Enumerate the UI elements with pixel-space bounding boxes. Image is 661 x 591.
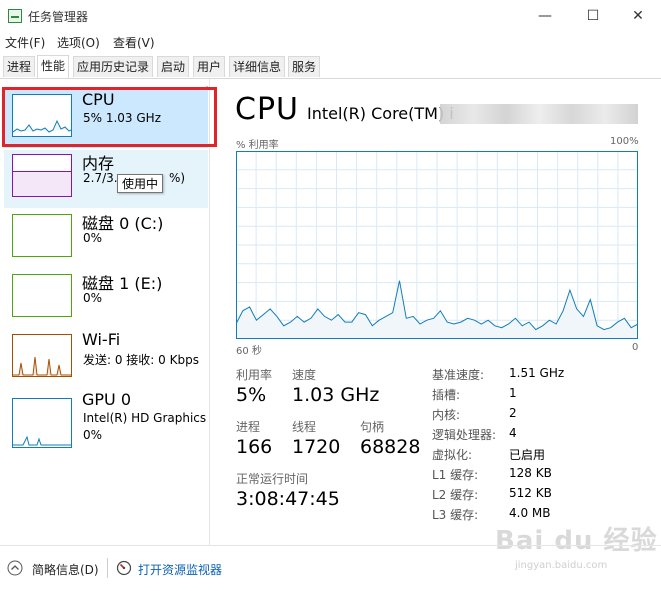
memory-thumbnail — [12, 154, 72, 197]
memory-summary: 2.7/3. — [83, 171, 118, 185]
window-title: 任务管理器 — [28, 10, 89, 24]
chevron-up-icon[interactable] — [7, 560, 23, 576]
spec-l2-value: 512 KB — [509, 486, 552, 500]
processes-value: 166 — [236, 436, 273, 458]
speed-value: 1.03 GHz — [292, 384, 380, 406]
redacted-model-text — [440, 104, 638, 124]
gpu-usage: 0% — [83, 428, 103, 442]
tab-details[interactable]: 详细信息 — [229, 56, 286, 77]
disk-0-thumbnail — [12, 214, 72, 257]
watermark-logo: Bai du 经验 — [495, 526, 658, 556]
disk-1-thumbnail — [12, 274, 72, 317]
spec-sockets-label: 插槽: — [432, 388, 461, 402]
utilization-label: 利用率 — [236, 368, 273, 382]
sidebar-item-disk-0[interactable]: 磁盘 0 (C:) 0% — [4, 210, 208, 268]
spec-l3-value: 4.0 MB — [509, 506, 551, 520]
task-manager-icon — [8, 9, 22, 23]
sidebar-item-wifi[interactable]: Wi-Fi 发送: 0 接收: 0 Kbps — [4, 330, 208, 388]
utilization-value: 5% — [236, 384, 267, 406]
tab-startup[interactable]: 启动 — [157, 56, 190, 77]
tab-services[interactable]: 服务 — [288, 56, 321, 77]
spec-l1-value: 128 KB — [509, 466, 552, 480]
memory-summary-tail: %) — [169, 171, 186, 185]
sidebar-item-disk-1[interactable]: 磁盘 1 (E:) 0% — [4, 270, 208, 328]
cpu-model-name: Intel(R) Core(TM) i — [307, 104, 454, 123]
watermark-url: jingyan.baidu.com — [515, 560, 608, 571]
close-button[interactable]: ✕ — [615, 0, 661, 32]
page-title: CPU — [235, 92, 299, 127]
spec-l2-label: L2 缓存: — [432, 488, 479, 502]
bottom-divider — [0, 545, 661, 546]
spec-base-speed-value: 1.51 GHz — [509, 366, 565, 380]
maximize-button[interactable]: ☐ — [570, 0, 616, 32]
cpu-usage-graph — [236, 151, 638, 339]
threads-value: 1720 — [292, 436, 341, 458]
sidebar-item-memory[interactable]: 内存 2.7/3. %) — [4, 150, 208, 208]
tab-performance[interactable]: 性能 — [37, 55, 70, 78]
spec-base-speed-label: 基准速度: — [432, 368, 485, 382]
graph-x-end: 0 — [632, 342, 639, 353]
wifi-title: Wi-Fi — [82, 330, 121, 349]
gpu-model: Intel(R) HD Graphics 5 — [83, 411, 208, 425]
graph-y-max: 100% — [610, 136, 639, 147]
disk-0-usage: 0% — [83, 231, 103, 245]
spec-sockets-value: 1 — [509, 386, 517, 400]
sidebar-divider — [209, 79, 210, 545]
handles-label: 句柄 — [360, 420, 385, 434]
sidebar-item-gpu[interactable]: GPU 0 Intel(R) HD Graphics 5 0% — [4, 390, 208, 454]
gpu-thumbnail — [12, 398, 72, 448]
gpu-title: GPU 0 — [82, 390, 132, 409]
tab-users[interactable]: 用户 — [193, 56, 226, 77]
menu-view[interactable]: 查看(V) — [113, 34, 155, 51]
spec-virtualization-value: 已启用 — [509, 448, 546, 462]
processes-label: 进程 — [236, 420, 261, 434]
spec-cores-label: 内核: — [432, 408, 461, 422]
spec-logical-label: 逻辑处理器: — [432, 428, 497, 442]
graph-x-start: 60 秒 — [236, 346, 262, 357]
open-resource-monitor-link[interactable]: 打开资源监视器 — [138, 561, 222, 578]
tab-processes[interactable]: 进程 — [3, 56, 36, 77]
fewer-details-button[interactable]: 简略信息(D) — [32, 561, 99, 578]
tab-app-history[interactable]: 应用历史记录 — [73, 56, 154, 77]
menu-options[interactable]: 选项(O) — [57, 34, 100, 51]
minimize-button[interactable]: — — [522, 0, 568, 32]
menu-file[interactable]: 文件(F) — [5, 34, 45, 51]
graph-y-label: % 利用率 — [236, 140, 279, 151]
bottom-separator — [107, 558, 108, 578]
tooltip: 使用中 — [117, 174, 164, 193]
threads-label: 线程 — [292, 420, 317, 434]
resource-monitor-icon — [116, 560, 132, 576]
spec-l3-label: L3 缓存: — [432, 508, 479, 522]
wifi-throughput: 发送: 0 接收: 0 Kbps — [83, 353, 199, 367]
wifi-thumbnail — [12, 334, 72, 377]
spec-l1-label: L1 缓存: — [432, 468, 479, 482]
disk-1-usage: 0% — [83, 291, 103, 305]
handles-value: 68828 — [360, 436, 421, 458]
uptime-value: 3:08:47:45 — [236, 488, 340, 510]
selection-highlight — [2, 87, 217, 147]
spec-cores-value: 2 — [509, 406, 517, 420]
spec-virtualization-label: 虚拟化: — [432, 448, 473, 462]
uptime-label: 正常运行时间 — [236, 472, 309, 486]
speed-label: 速度 — [292, 368, 317, 382]
spec-logical-value: 4 — [509, 426, 517, 440]
